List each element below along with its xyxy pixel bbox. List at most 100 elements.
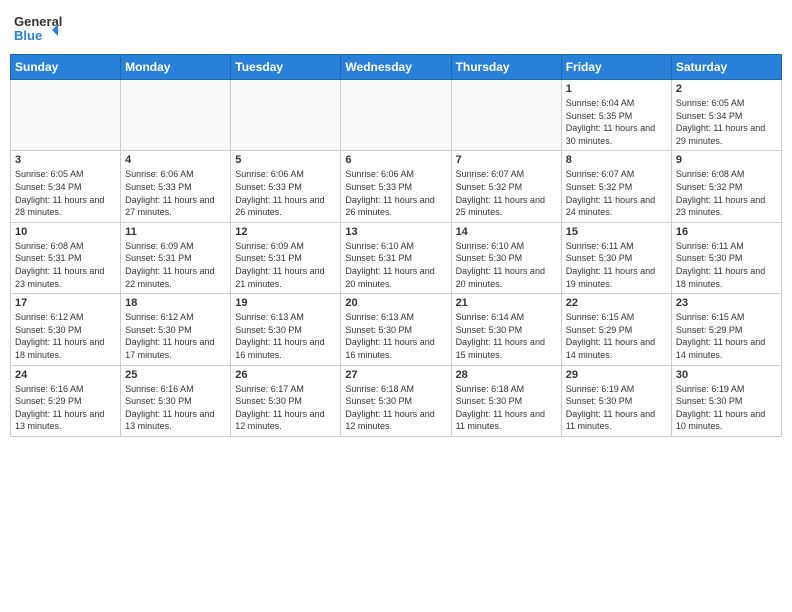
day-number: 10: [15, 226, 116, 238]
day-number: 24: [15, 369, 116, 381]
weekday-header-monday: Monday: [121, 55, 231, 80]
day-info: Sunrise: 6:09 AM Sunset: 5:31 PM Dayligh…: [235, 240, 336, 290]
calendar-cell: 22Sunrise: 6:15 AM Sunset: 5:29 PM Dayli…: [561, 294, 671, 365]
day-number: 13: [345, 226, 446, 238]
day-number: 11: [125, 226, 226, 238]
day-info: Sunrise: 6:09 AM Sunset: 5:31 PM Dayligh…: [125, 240, 226, 290]
svg-text:Blue: Blue: [14, 28, 42, 43]
calendar-cell: 1Sunrise: 6:04 AM Sunset: 5:35 PM Daylig…: [561, 80, 671, 151]
svg-text:General: General: [14, 14, 62, 29]
calendar-cell: 20 Sunrise: 6:13 AM Sunset: 5:30 PM Dayli…: [341, 294, 451, 365]
logo: GeneralBlue: [14, 10, 74, 46]
day-info: Sunrise: 6:08 AM Sunset: 5:31 PM Dayligh…: [15, 240, 116, 290]
day-info: Sunrise: 6:10 AM Sunset: 5:30 PM Dayligh…: [456, 240, 557, 290]
day-info: Sunrise: 6:07 AM Sunset: 5:32 PM Dayligh…: [566, 168, 667, 218]
weekday-header-tuesday: Tuesday: [231, 55, 341, 80]
calendar-week-4: 17 Sunrise: 6:12 AM Sunset: 5:30 PM Dayli…: [11, 294, 782, 365]
day-info: Sunrise: 6:18 AM Sunset: 5:30 PM Dayligh…: [456, 383, 557, 433]
day-info: Sunrise: 6:12 AM Sunset: 5:30 PM Dayligh…: [15, 311, 116, 361]
day-info: Sunrise: 6:18 AM Sunset: 5:30 PM Dayligh…: [345, 383, 446, 433]
calendar-cell: 11 Sunrise: 6:09 AM Sunset: 5:31 PM Dayli…: [121, 222, 231, 293]
day-number: 27: [345, 369, 446, 381]
weekday-header-wednesday: Wednesday: [341, 55, 451, 80]
day-info: Sunrise: 6:05 AM Sunset: 5:34 PM Dayligh…: [676, 97, 777, 147]
calendar-cell: 14 Sunrise: 6:10 AM Sunset: 5:30 PM Dayli…: [451, 222, 561, 293]
calendar-cell: 29Sunrise: 6:19 AM Sunset: 5:30 PM Dayli…: [561, 365, 671, 436]
day-number: 7: [456, 154, 557, 166]
calendar-cell: 18 Sunrise: 6:12 AM Sunset: 5:30 PM Dayli…: [121, 294, 231, 365]
day-number: 12: [235, 226, 336, 238]
calendar-cell: [231, 80, 341, 151]
day-number: 15: [566, 226, 667, 238]
calendar-cell: 9Sunrise: 6:08 AM Sunset: 5:32 PM Daylig…: [671, 151, 781, 222]
day-number: 19: [235, 297, 336, 309]
day-number: 6: [345, 154, 446, 166]
day-number: 30: [676, 369, 777, 381]
calendar-cell: 16 Sunrise: 6:11 AM Sunset: 5:30 PM Dayli…: [671, 222, 781, 293]
day-info: Sunrise: 6:11 AM Sunset: 5:30 PM Dayligh…: [676, 240, 777, 290]
calendar-week-5: 24 Sunrise: 6:16 AM Sunset: 5:29 PM Dayli…: [11, 365, 782, 436]
day-info: Sunrise: 6:11 AM Sunset: 5:30 PM Dayligh…: [566, 240, 667, 290]
day-number: 14: [456, 226, 557, 238]
day-number: 16: [676, 226, 777, 238]
day-number: 20: [345, 297, 446, 309]
day-number: 3: [15, 154, 116, 166]
day-info: Sunrise: 6:13 AM Sunset: 5:30 PM Dayligh…: [235, 311, 336, 361]
day-number: 4: [125, 154, 226, 166]
day-info: Sunrise: 6:15 AM Sunset: 5:29 PM Dayligh…: [566, 311, 667, 361]
day-info: Sunrise: 6:06 AM Sunset: 5:33 PM Dayligh…: [345, 168, 446, 218]
calendar-cell: [121, 80, 231, 151]
day-number: 2: [676, 83, 777, 95]
calendar-cell: 7Sunrise: 6:07 AM Sunset: 5:32 PM Daylig…: [451, 151, 561, 222]
calendar-cell: 23 Sunrise: 6:15 AM Sunset: 5:29 PM Dayli…: [671, 294, 781, 365]
calendar-cell: 12 Sunrise: 6:09 AM Sunset: 5:31 PM Dayli…: [231, 222, 341, 293]
day-number: 5: [235, 154, 336, 166]
calendar-week-2: 3 Sunrise: 6:05 AM Sunset: 5:34 PM Daylig…: [11, 151, 782, 222]
day-number: 17: [15, 297, 116, 309]
day-number: 29: [566, 369, 667, 381]
day-info: Sunrise: 6:05 AM Sunset: 5:34 PM Dayligh…: [15, 168, 116, 218]
day-info: Sunrise: 6:12 AM Sunset: 5:30 PM Dayligh…: [125, 311, 226, 361]
weekday-header-thursday: Thursday: [451, 55, 561, 80]
calendar-cell: 26Sunrise: 6:17 AM Sunset: 5:30 PM Dayli…: [231, 365, 341, 436]
calendar-cell: 6 Sunrise: 6:06 AM Sunset: 5:33 PM Daylig…: [341, 151, 451, 222]
calendar-cell: 15 Sunrise: 6:11 AM Sunset: 5:30 PM Dayli…: [561, 222, 671, 293]
calendar-cell: 4 Sunrise: 6:06 AM Sunset: 5:33 PM Daylig…: [121, 151, 231, 222]
day-info: Sunrise: 6:15 AM Sunset: 5:29 PM Dayligh…: [676, 311, 777, 361]
calendar-week-3: 10 Sunrise: 6:08 AM Sunset: 5:31 PM Dayli…: [11, 222, 782, 293]
page-header: GeneralBlue: [10, 10, 782, 46]
weekday-header-saturday: Saturday: [671, 55, 781, 80]
calendar-cell: 30Sunrise: 6:19 AM Sunset: 5:30 PM Dayli…: [671, 365, 781, 436]
calendar-cell: 17 Sunrise: 6:12 AM Sunset: 5:30 PM Dayli…: [11, 294, 121, 365]
calendar-cell: 5 Sunrise: 6:06 AM Sunset: 5:33 PM Daylig…: [231, 151, 341, 222]
day-number: 25: [125, 369, 226, 381]
calendar-cell: [341, 80, 451, 151]
calendar-cell: 2 Sunrise: 6:05 AM Sunset: 5:34 PM Daylig…: [671, 80, 781, 151]
day-number: 9: [676, 154, 777, 166]
calendar-cell: 28 Sunrise: 6:18 AM Sunset: 5:30 PM Dayli…: [451, 365, 561, 436]
day-info: Sunrise: 6:06 AM Sunset: 5:33 PM Dayligh…: [235, 168, 336, 218]
calendar-cell: 19 Sunrise: 6:13 AM Sunset: 5:30 PM Dayli…: [231, 294, 341, 365]
day-info: Sunrise: 6:13 AM Sunset: 5:30 PM Dayligh…: [345, 311, 446, 361]
day-number: 18: [125, 297, 226, 309]
day-info: Sunrise: 6:06 AM Sunset: 5:33 PM Dayligh…: [125, 168, 226, 218]
weekday-header-sunday: Sunday: [11, 55, 121, 80]
calendar-cell: [451, 80, 561, 151]
day-info: Sunrise: 6:16 AM Sunset: 5:29 PM Dayligh…: [15, 383, 116, 433]
calendar-week-1: 1Sunrise: 6:04 AM Sunset: 5:35 PM Daylig…: [11, 80, 782, 151]
calendar-cell: 8Sunrise: 6:07 AM Sunset: 5:32 PM Daylig…: [561, 151, 671, 222]
calendar-cell: 25Sunrise: 6:16 AM Sunset: 5:30 PM Dayli…: [121, 365, 231, 436]
calendar-cell: [11, 80, 121, 151]
day-number: 26: [235, 369, 336, 381]
calendar-cell: 10 Sunrise: 6:08 AM Sunset: 5:31 PM Dayli…: [11, 222, 121, 293]
weekday-header-row: SundayMondayTuesdayWednesdayThursdayFrid…: [11, 55, 782, 80]
calendar-cell: 21Sunrise: 6:14 AM Sunset: 5:30 PM Dayli…: [451, 294, 561, 365]
day-info: Sunrise: 6:14 AM Sunset: 5:30 PM Dayligh…: [456, 311, 557, 361]
day-number: 23: [676, 297, 777, 309]
calendar-table: SundayMondayTuesdayWednesdayThursdayFrid…: [10, 54, 782, 437]
day-number: 28: [456, 369, 557, 381]
day-info: Sunrise: 6:10 AM Sunset: 5:31 PM Dayligh…: [345, 240, 446, 290]
calendar-cell: 3 Sunrise: 6:05 AM Sunset: 5:34 PM Daylig…: [11, 151, 121, 222]
logo-svg: GeneralBlue: [14, 10, 74, 46]
day-info: Sunrise: 6:04 AM Sunset: 5:35 PM Dayligh…: [566, 97, 667, 147]
